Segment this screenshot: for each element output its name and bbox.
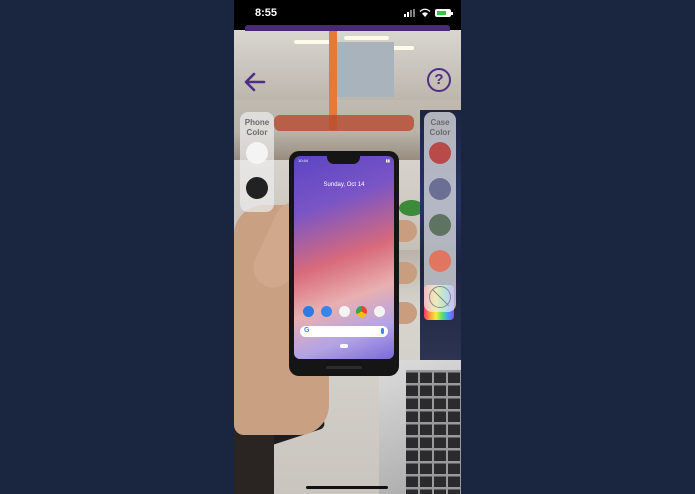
scene-light xyxy=(294,40,334,44)
device-screen: 10:44 ▮▮ Sunday, Oct 14 G xyxy=(294,156,394,359)
case-color-slate-swatch[interactable] xyxy=(429,178,451,200)
scene-chairs xyxy=(274,115,414,131)
case-color-coral-swatch[interactable] xyxy=(429,250,451,272)
help-button[interactable]: ? xyxy=(427,68,451,92)
header-bar xyxy=(245,25,450,31)
case-color-red-swatch[interactable] xyxy=(429,142,451,164)
case-color-green-swatch[interactable] xyxy=(429,214,451,236)
case-color-title: Case Color xyxy=(424,118,456,138)
google-logo: G xyxy=(304,327,310,334)
wifi-icon xyxy=(419,8,431,17)
ar-camera-view: 10:44 ▮▮ Sunday, Oct 14 G ? Phone Color … xyxy=(234,30,461,494)
device-search-bar: G xyxy=(300,326,388,337)
phone-color-white-swatch[interactable] xyxy=(246,142,268,164)
phone-app-icon xyxy=(303,306,314,317)
phone-color-panel: Phone Color xyxy=(240,112,274,212)
home-indicator[interactable] xyxy=(306,486,388,489)
phone-color-title: Phone Color xyxy=(240,118,274,138)
device-home-pill xyxy=(340,344,348,348)
phone-color-title-line2: Color xyxy=(246,128,268,137)
arrow-left-icon xyxy=(244,72,266,92)
device-speaker xyxy=(326,366,362,369)
phone-color-title-line1: Phone xyxy=(244,118,270,127)
scene-light xyxy=(344,36,389,40)
back-button[interactable] xyxy=(243,70,267,94)
status-icons xyxy=(404,8,453,17)
signal-icon xyxy=(404,8,415,17)
device-notch xyxy=(327,155,360,164)
mic-icon xyxy=(381,328,384,334)
device-time: 10:44 xyxy=(298,158,309,163)
no-case-icon[interactable] xyxy=(429,286,451,308)
case-color-title-line1: Case xyxy=(430,118,450,127)
phone-screen: 10:44 ▮▮ Sunday, Oct 14 G ? Phone Color … xyxy=(234,0,461,494)
messages-app-icon xyxy=(320,306,332,317)
scene-sleeve xyxy=(234,425,274,494)
battery-icon xyxy=(435,8,453,17)
status-bar: 8:55 xyxy=(234,0,461,26)
device-status-icons: ▮▮ xyxy=(385,158,390,163)
question-mark-icon: ? xyxy=(434,71,444,88)
play-store-icon xyxy=(338,306,350,317)
chrome-icon xyxy=(356,306,368,317)
virtual-phone-model[interactable]: 10:44 ▮▮ Sunday, Oct 14 G xyxy=(289,151,399,376)
scene-window xyxy=(334,42,394,97)
scene-keyboard xyxy=(406,370,461,494)
case-color-title-line2: Color xyxy=(429,128,451,137)
camera-app-icon xyxy=(374,306,385,317)
device-date: Sunday, Oct 14 xyxy=(323,182,365,188)
phone-color-black-swatch[interactable] xyxy=(246,177,268,199)
status-time: 8:55 xyxy=(255,7,278,19)
device-app-dock xyxy=(303,306,385,317)
case-color-panel: Case Color xyxy=(424,112,456,312)
